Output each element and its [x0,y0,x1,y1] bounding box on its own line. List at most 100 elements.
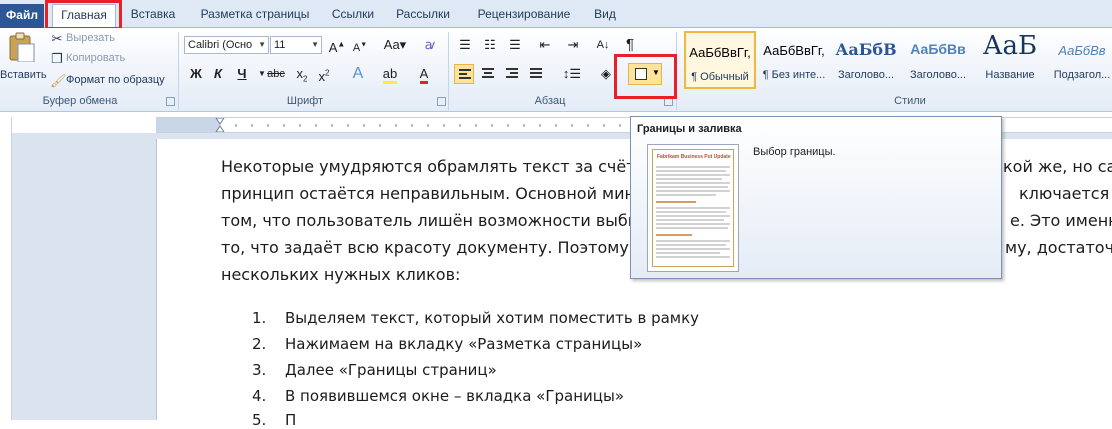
borders-tooltip: Границы и заливка Fabrikam Business Put … [630,116,1002,279]
bold-button[interactable]: Ж [186,64,206,84]
align-left-button[interactable] [454,64,474,84]
format-painter-label: Формат по образцу [66,74,165,86]
bold-icon: Ж [190,66,202,81]
align-right-button[interactable] [502,64,522,84]
grow-font-icon: A▲ [328,40,346,56]
decrease-indent-icon: ⇤ [539,37,551,52]
align-right-icon [506,68,518,80]
style-name: ¶ Без инте... [762,69,826,81]
font-size-value: 11 [274,39,286,51]
chevron-down-icon: ▼ [311,40,319,49]
chevron-down-icon: ▼ [258,40,266,49]
paste-button[interactable]: Вставить [0,32,47,92]
list-item: Выделяем текст, который хотим поместить … [285,309,700,327]
style-subtitle[interactable]: АаБбВв Подзагол... [1046,31,1112,89]
tab-page-layout[interactable]: Разметка страницы [190,4,320,28]
font-name-value: Calibri (Осно [188,39,253,51]
style-sample: АаБбВвГг, [763,43,825,58]
underline-button[interactable]: Ч [232,64,252,84]
style-sample: АаБбВв [1058,43,1106,58]
style-sample: АаБбВ [835,40,897,59]
list-number: 5. [252,411,267,429]
font-color-button[interactable]: A [414,64,434,84]
increase-indent-icon: ⇥ [567,37,579,52]
superscript-button[interactable]: x2 [314,64,334,84]
font-group-label: Шрифт [286,95,324,107]
style-heading-2[interactable]: АаБбВв Заголово... [902,31,974,89]
increase-indent-button[interactable]: ⇥ [563,35,583,55]
group-divider [178,32,179,110]
tab-insert[interactable]: Вставка [124,4,182,28]
shrink-font-icon: A▼ [352,41,368,54]
justify-icon [530,68,542,80]
clipboard-group-label: Буфер обмена [42,95,118,107]
group-divider [448,32,449,110]
change-case-icon: Aa▾ [383,37,407,52]
shading-button[interactable]: ◈ [596,64,616,84]
highlight-borders-button [614,54,677,99]
doc-paragraph-line: нескольких нужных кликов: [221,265,461,284]
list-item: П [285,411,297,429]
style-name: Подзагол... [1053,69,1111,81]
highlight-color-button[interactable]: ab [380,64,400,84]
multilevel-list-button[interactable]: ☰ [505,35,525,55]
tab-view[interactable]: Вид [588,4,622,28]
paintbrush-icon: 🖌 [50,73,67,88]
highlighter-icon: ab [382,66,398,84]
ribbon-tab-bar: Файл Главная Вставка Разметка страницы С… [0,0,1112,29]
italic-button[interactable]: К [208,64,228,84]
style-heading-1[interactable]: АаБбВ Заголово... [830,31,902,89]
style-name: Заголово... [837,69,895,81]
vertical-ruler[interactable] [0,117,12,420]
underline-icon: Ч [237,66,247,81]
text-effects-button[interactable]: A [348,64,368,84]
decrease-indent-button[interactable]: ⇤ [535,35,555,55]
subscript-button[interactable]: x2 [292,64,312,84]
style-name: Заголово... [909,69,967,81]
line-spacing-button[interactable]: ↕☰ [558,64,586,84]
justify-button[interactable] [526,64,546,84]
tab-review[interactable]: Рецензирование [466,4,582,28]
tab-file[interactable]: Файл [0,4,44,28]
chevron-down-icon: ▼ [258,69,266,78]
tab-references[interactable]: Ссылки [326,4,380,28]
grow-font-button[interactable]: A▲ [327,35,347,55]
strikethrough-button[interactable]: abc [266,64,286,84]
shrink-font-button[interactable]: A▼ [350,35,370,55]
font-size-select[interactable]: 11 ▼ [270,36,322,54]
copy-label: Копировать [66,52,126,64]
align-center-button[interactable] [478,64,498,84]
clear-formatting-icon: ꜹ [424,37,436,52]
tooltip-preview-image: Fabrikam Business Put Update [647,144,739,272]
font-launcher[interactable] [437,97,446,106]
style-title[interactable]: АаБ Название [974,31,1046,89]
style-sample: АаБбВв [910,41,966,57]
bullet-list-icon: ☰ [459,37,471,52]
page-border-preview: Fabrikam Business Put Update [652,149,734,267]
tab-mailings[interactable]: Рассылки [388,4,458,28]
list-number: 4. [252,387,267,405]
numbering-button[interactable]: ☷ [480,35,500,55]
bullets-button[interactable]: ☰ [455,35,475,55]
styles-group-label: Стили [894,95,926,107]
change-case-button[interactable]: Aa▾ [380,35,410,55]
copy-icon: ❐ [51,51,63,66]
preview-heading: Fabrikam Business Put Update [657,154,731,160]
clear-formatting-button[interactable]: ꜹ [420,35,440,55]
line-spacing-icon: ↕☰ [562,66,582,81]
preview-text-lines [656,166,730,258]
ribbon: Вставить ✂ Вырезать ❐ Копировать 🖌 Форма… [0,28,1112,112]
font-name-select[interactable]: Calibri (Осно ▼ [184,36,269,54]
highlight-home-tab [45,0,122,30]
list-number: 1. [252,309,267,327]
style-normal[interactable]: АаБбВвГг, ¶ Обычный [684,31,756,89]
font-color-icon: A [419,66,429,84]
list-number: 3. [252,361,267,379]
show-formatting-button[interactable]: ¶ [620,35,640,55]
align-left-icon [459,69,471,81]
style-no-spacing[interactable]: АаБбВвГг, ¶ Без инте... [758,31,830,89]
sort-button[interactable]: A↓ [593,35,613,55]
doc-paragraph-line-end: ключается в [1019,184,1112,203]
text-effects-icon: A [352,65,364,82]
clipboard-launcher[interactable] [166,97,175,106]
